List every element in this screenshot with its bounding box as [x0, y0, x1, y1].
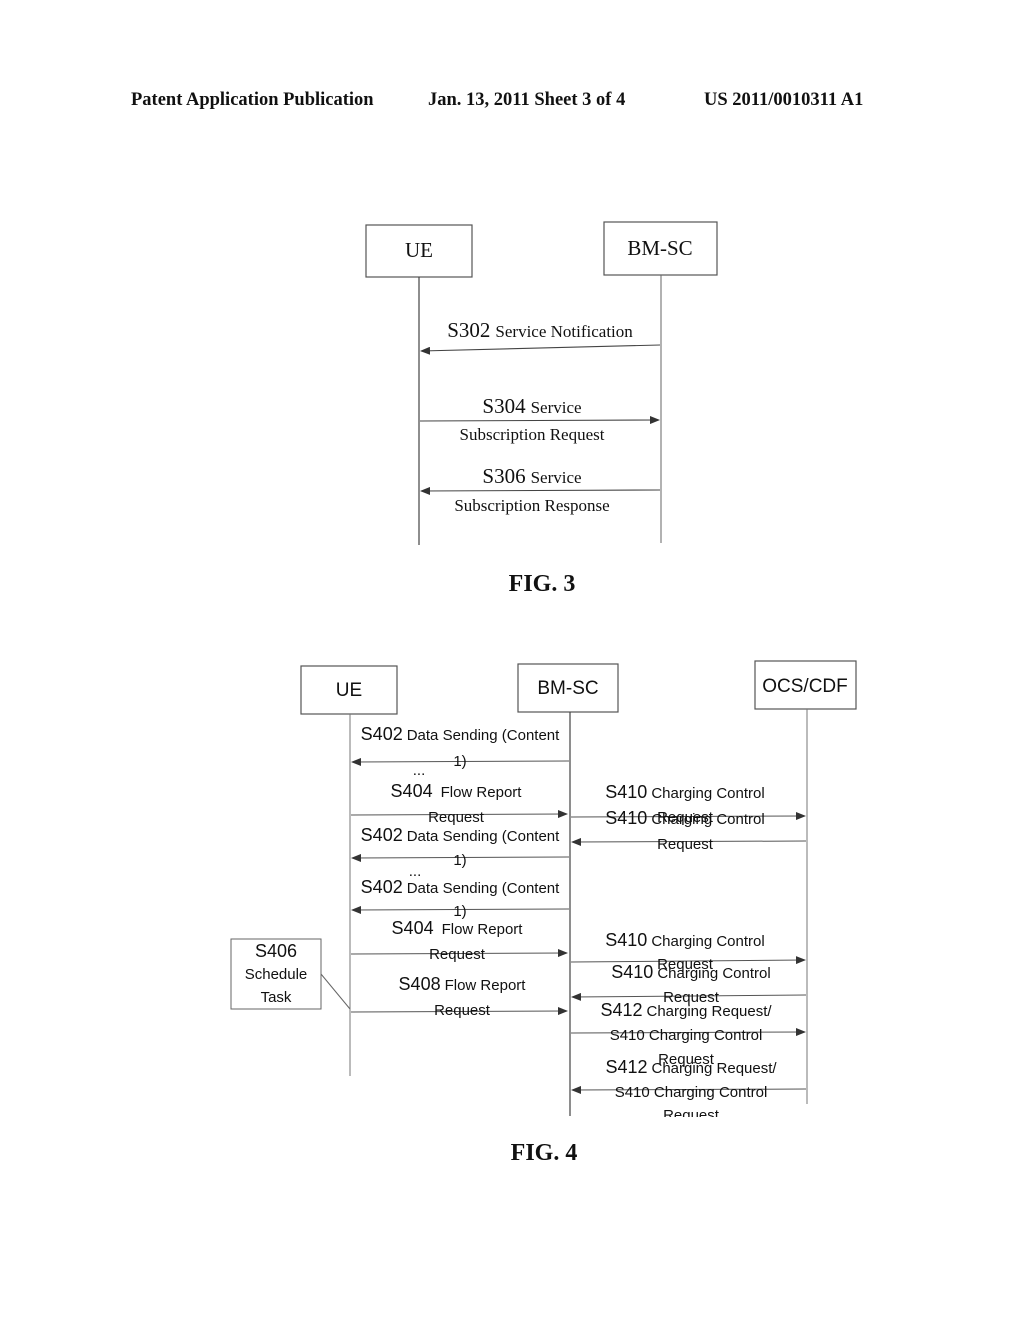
- fig4-crop-mask: [560, 1117, 820, 1127]
- fig4-msg-s402-label: S402 Data Sending (Content: [361, 877, 560, 897]
- fig4-msg-s402-label-line2: 1): [453, 852, 466, 869]
- fig4-schedule-task-step: S406: [255, 941, 297, 961]
- fig4-msg-s412-response-label-line2: S410 Charging Control: [615, 1084, 768, 1101]
- fig4-msg-s408-label-line2: Request: [434, 1002, 491, 1019]
- fig4-msg-s404-label-line2: Request: [428, 809, 485, 826]
- fig3-entity-ue-label: UE: [405, 238, 433, 262]
- fig4-schedule-task-connector: [320, 973, 351, 1010]
- fig4-schedule-task-line1: Schedule: [245, 966, 308, 983]
- fig4-entity-bmsc-label: BM-SC: [537, 678, 598, 699]
- fig4-msg-s410-response-label-line2: Request: [657, 836, 714, 853]
- figures-canvas: UE BM-SC S302 Service Notification S304 Se…: [230, 221, 857, 1166]
- fig3-entity-bmsc-label: BM-SC: [627, 236, 692, 260]
- fig4-entity-ue-label: UE: [336, 680, 362, 701]
- fig3-msg-s302-label: S302 Service Notification: [447, 318, 633, 342]
- fig4-msg-s412-label: S412 Charging Request/: [600, 1000, 772, 1020]
- fig4-msg-s410-response-label: S410 Charging Control: [605, 808, 764, 828]
- fig4-msg-s404-label: S404 Flow Report: [392, 918, 524, 938]
- fig4-entity-ocs-label: OCS/CDF: [762, 676, 848, 697]
- fig4-msg-s412-label-line2: S410 Charging Control: [610, 1027, 763, 1044]
- fig4-ellipsis: ...: [413, 762, 426, 779]
- fig4-msg-s410-label: S410 Charging Control: [605, 782, 764, 802]
- fig3-caption: FIG. 3: [509, 571, 576, 597]
- fig4-diagram: UE BM-SC OCS/CDF S402 Data Sending (Conte…: [230, 660, 857, 1166]
- fig4-msg-s402-label-line2: 1): [453, 903, 466, 920]
- fig3-msg-s302-arrow: [420, 344, 661, 355]
- fig3-msg-s304-label-line2: Subscription Request: [460, 425, 605, 444]
- fig3-msg-s304-arrow: [419, 416, 660, 425]
- fig4-msg-s404-label: S404 Flow Report: [391, 781, 523, 801]
- fig3-msg-s304-label: S304 Service: [482, 394, 581, 418]
- step-id: S302: [447, 318, 490, 342]
- fig4-caption: FIG. 4: [511, 1140, 578, 1166]
- fig4-msg-s402-label: S402 Data Sending (Content: [361, 724, 560, 744]
- fig4-msg-s410-label: S410 Charging Control: [605, 930, 764, 950]
- fig4-msg-s408-label: S408 Flow Report: [399, 974, 527, 994]
- fig4-schedule-task-line2: Task: [261, 989, 292, 1006]
- fig4-msg-s404-label-line2: Request: [429, 946, 486, 963]
- fig4-msg-s402-label: S402 Data Sending (Content: [361, 825, 560, 845]
- fig3-msg-s306-label-line2: Subscription Response: [454, 496, 609, 515]
- fig3-diagram: UE BM-SC S302 Service Notification S304 Se…: [365, 221, 718, 597]
- fig4-msg-s402-label-line2: 1): [453, 753, 466, 770]
- fig4-ellipsis: ...: [409, 863, 422, 880]
- fig4-msg-s410-response-label: S410 Charging Control: [611, 962, 770, 982]
- fig3-msg-s306-label: S306 Service: [482, 464, 581, 488]
- fig4-msg-s412-response-label: S412 Charging Request/: [605, 1057, 777, 1077]
- fig3-msg-s306-arrow: [420, 486, 661, 495]
